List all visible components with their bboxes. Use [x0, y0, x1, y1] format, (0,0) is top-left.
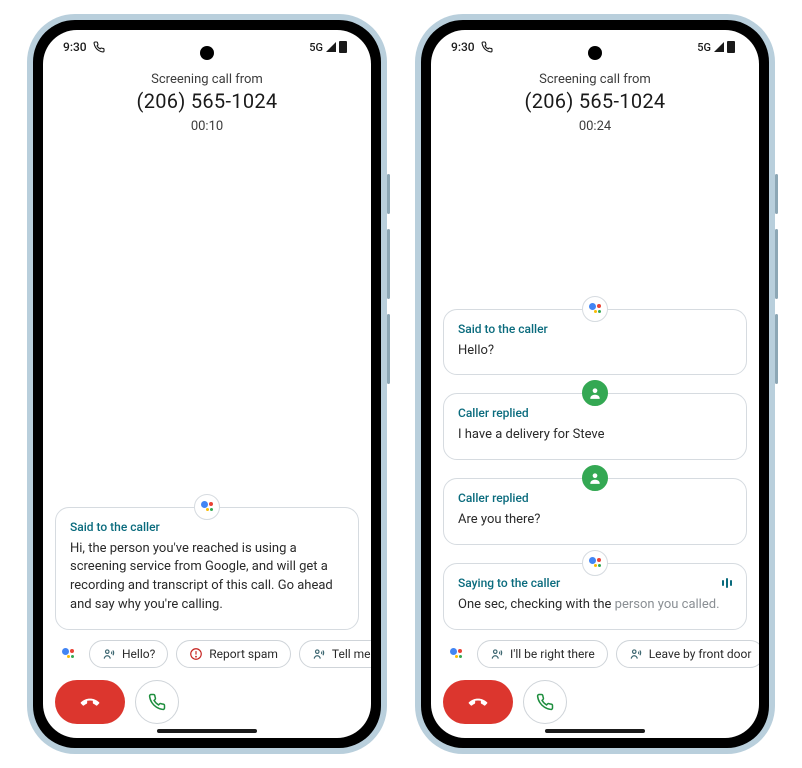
- transcript-bubble: Said to the caller Hi, the person you've…: [55, 507, 359, 630]
- bubble-text: One sec, checking with the person you ca…: [458, 596, 732, 615]
- header-duration: 00:24: [431, 119, 759, 134]
- phone-mockup-right: 9:30 5G Screening call from (206) 565-10…: [415, 14, 775, 754]
- bubble-text: Hello?: [458, 342, 732, 361]
- bubble-label: Saying to the caller: [458, 576, 732, 590]
- voice-wave-icon: [312, 647, 326, 661]
- phone-icon: [148, 693, 166, 711]
- assistant-icon: [55, 641, 81, 667]
- phone-mockup-left: 9:30 5G Screening call from (206) 565-10…: [27, 14, 387, 754]
- chip-report-spam[interactable]: Report spam: [176, 640, 291, 668]
- call-active-icon: [481, 41, 493, 53]
- status-clock: 9:30: [63, 40, 87, 54]
- bubble-label: Caller replied: [458, 406, 732, 420]
- header-subtitle: Screening call from: [43, 72, 371, 87]
- hangup-button[interactable]: [55, 680, 125, 724]
- bubble-label: Caller replied: [458, 491, 732, 505]
- chip-tell-me-more[interactable]: Tell me mo: [299, 640, 371, 668]
- signal-icon: [326, 42, 336, 52]
- assistant-avatar-icon: [582, 550, 608, 576]
- voice-wave-icon: [490, 647, 504, 661]
- hangup-button[interactable]: [443, 680, 513, 724]
- phone-hangup-icon: [79, 691, 101, 713]
- status-clock: 9:30: [451, 40, 475, 54]
- header-phone-number: (206) 565-1024: [431, 89, 759, 113]
- status-network: 5G: [309, 41, 323, 54]
- header-duration: 00:10: [43, 119, 371, 134]
- transcript-area[interactable]: Said to the caller Hello? Caller replied…: [431, 138, 759, 630]
- assistant-avatar-icon: [194, 494, 220, 520]
- call-header: Screening call from (206) 565-1024 00:24: [431, 64, 759, 138]
- header-subtitle: Screening call from: [431, 72, 759, 87]
- bubble-text: Are you there?: [458, 511, 732, 530]
- chip-hello[interactable]: Hello?: [89, 640, 168, 668]
- front-camera-hole: [200, 46, 214, 60]
- assistant-avatar-icon: [582, 296, 608, 322]
- phone-hangup-icon: [467, 691, 489, 713]
- phone-icon: [536, 693, 554, 711]
- voice-wave-icon: [102, 647, 116, 661]
- caller-avatar-icon: [582, 380, 608, 406]
- nav-pill[interactable]: [157, 729, 257, 733]
- report-spam-icon: [189, 647, 203, 661]
- nav-pill[interactable]: [545, 729, 645, 733]
- bubble-label: Said to the caller: [70, 520, 344, 534]
- answer-button[interactable]: [135, 680, 179, 724]
- bubble-text: Hi, the person you've reached is using a…: [70, 540, 344, 615]
- battery-icon: [339, 41, 347, 53]
- speaking-indicator-icon: [722, 578, 732, 588]
- status-network: 5G: [697, 41, 711, 54]
- battery-icon: [727, 41, 735, 53]
- answer-button[interactable]: [523, 680, 567, 724]
- suggestion-chip-row: Hello? Report spam Tell me mo: [43, 630, 371, 676]
- header-phone-number: (206) 565-1024: [43, 89, 371, 113]
- transcript-area: Said to the caller Hi, the person you've…: [43, 138, 371, 630]
- bubble-label: Said to the caller: [458, 322, 732, 336]
- assistant-icon: [443, 641, 469, 667]
- call-active-icon: [93, 41, 105, 53]
- signal-icon: [714, 42, 724, 52]
- call-header: Screening call from (206) 565-1024 00:10: [43, 64, 371, 138]
- bubble-text: I have a delivery for Steve: [458, 426, 732, 445]
- caller-avatar-icon: [582, 465, 608, 491]
- chip-leave-front-door[interactable]: Leave by front door: [616, 640, 759, 668]
- voice-wave-icon: [629, 647, 643, 661]
- chip-be-right-there[interactable]: I'll be right there: [477, 640, 608, 668]
- suggestion-chip-row: I'll be right there Leave by front door: [431, 630, 759, 676]
- front-camera-hole: [588, 46, 602, 60]
